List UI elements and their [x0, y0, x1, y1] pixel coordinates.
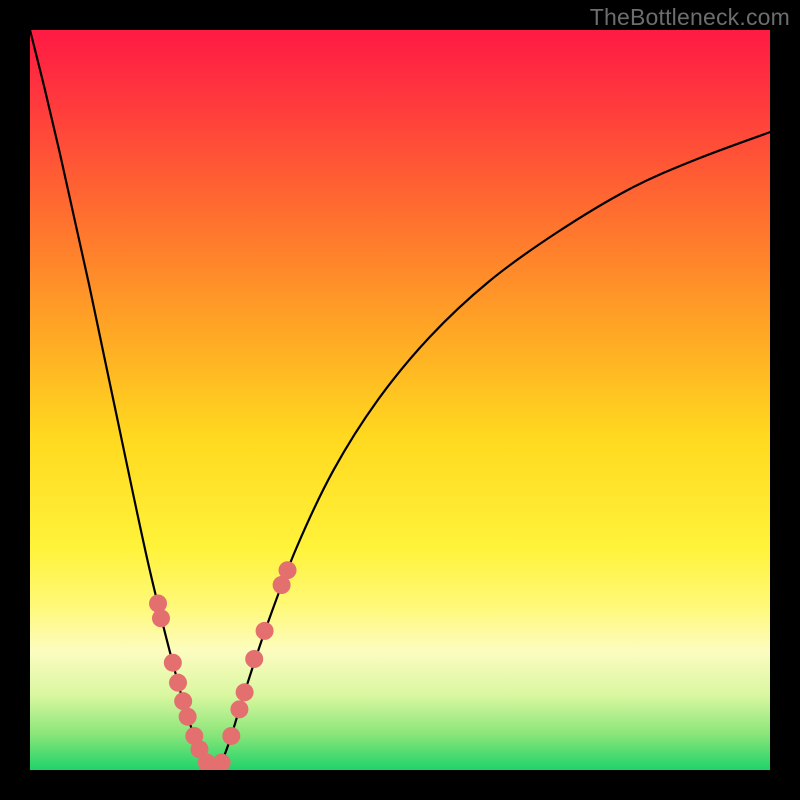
scatter-point: [222, 727, 240, 745]
watermark-text: TheBottleneck.com: [590, 4, 790, 31]
scatter-point: [279, 561, 297, 579]
scatter-point: [169, 674, 187, 692]
scatter-point: [256, 622, 274, 640]
scatter-point: [164, 654, 182, 672]
chart-frame: [30, 30, 770, 770]
bottleneck-chart: [30, 30, 770, 770]
scatter-point: [230, 700, 248, 718]
scatter-point: [174, 692, 192, 710]
scatter-point: [149, 595, 167, 613]
scatter-point: [152, 609, 170, 627]
scatter-point: [236, 683, 254, 701]
gradient-background: [30, 30, 770, 770]
scatter-point: [245, 650, 263, 668]
scatter-point: [179, 708, 197, 726]
